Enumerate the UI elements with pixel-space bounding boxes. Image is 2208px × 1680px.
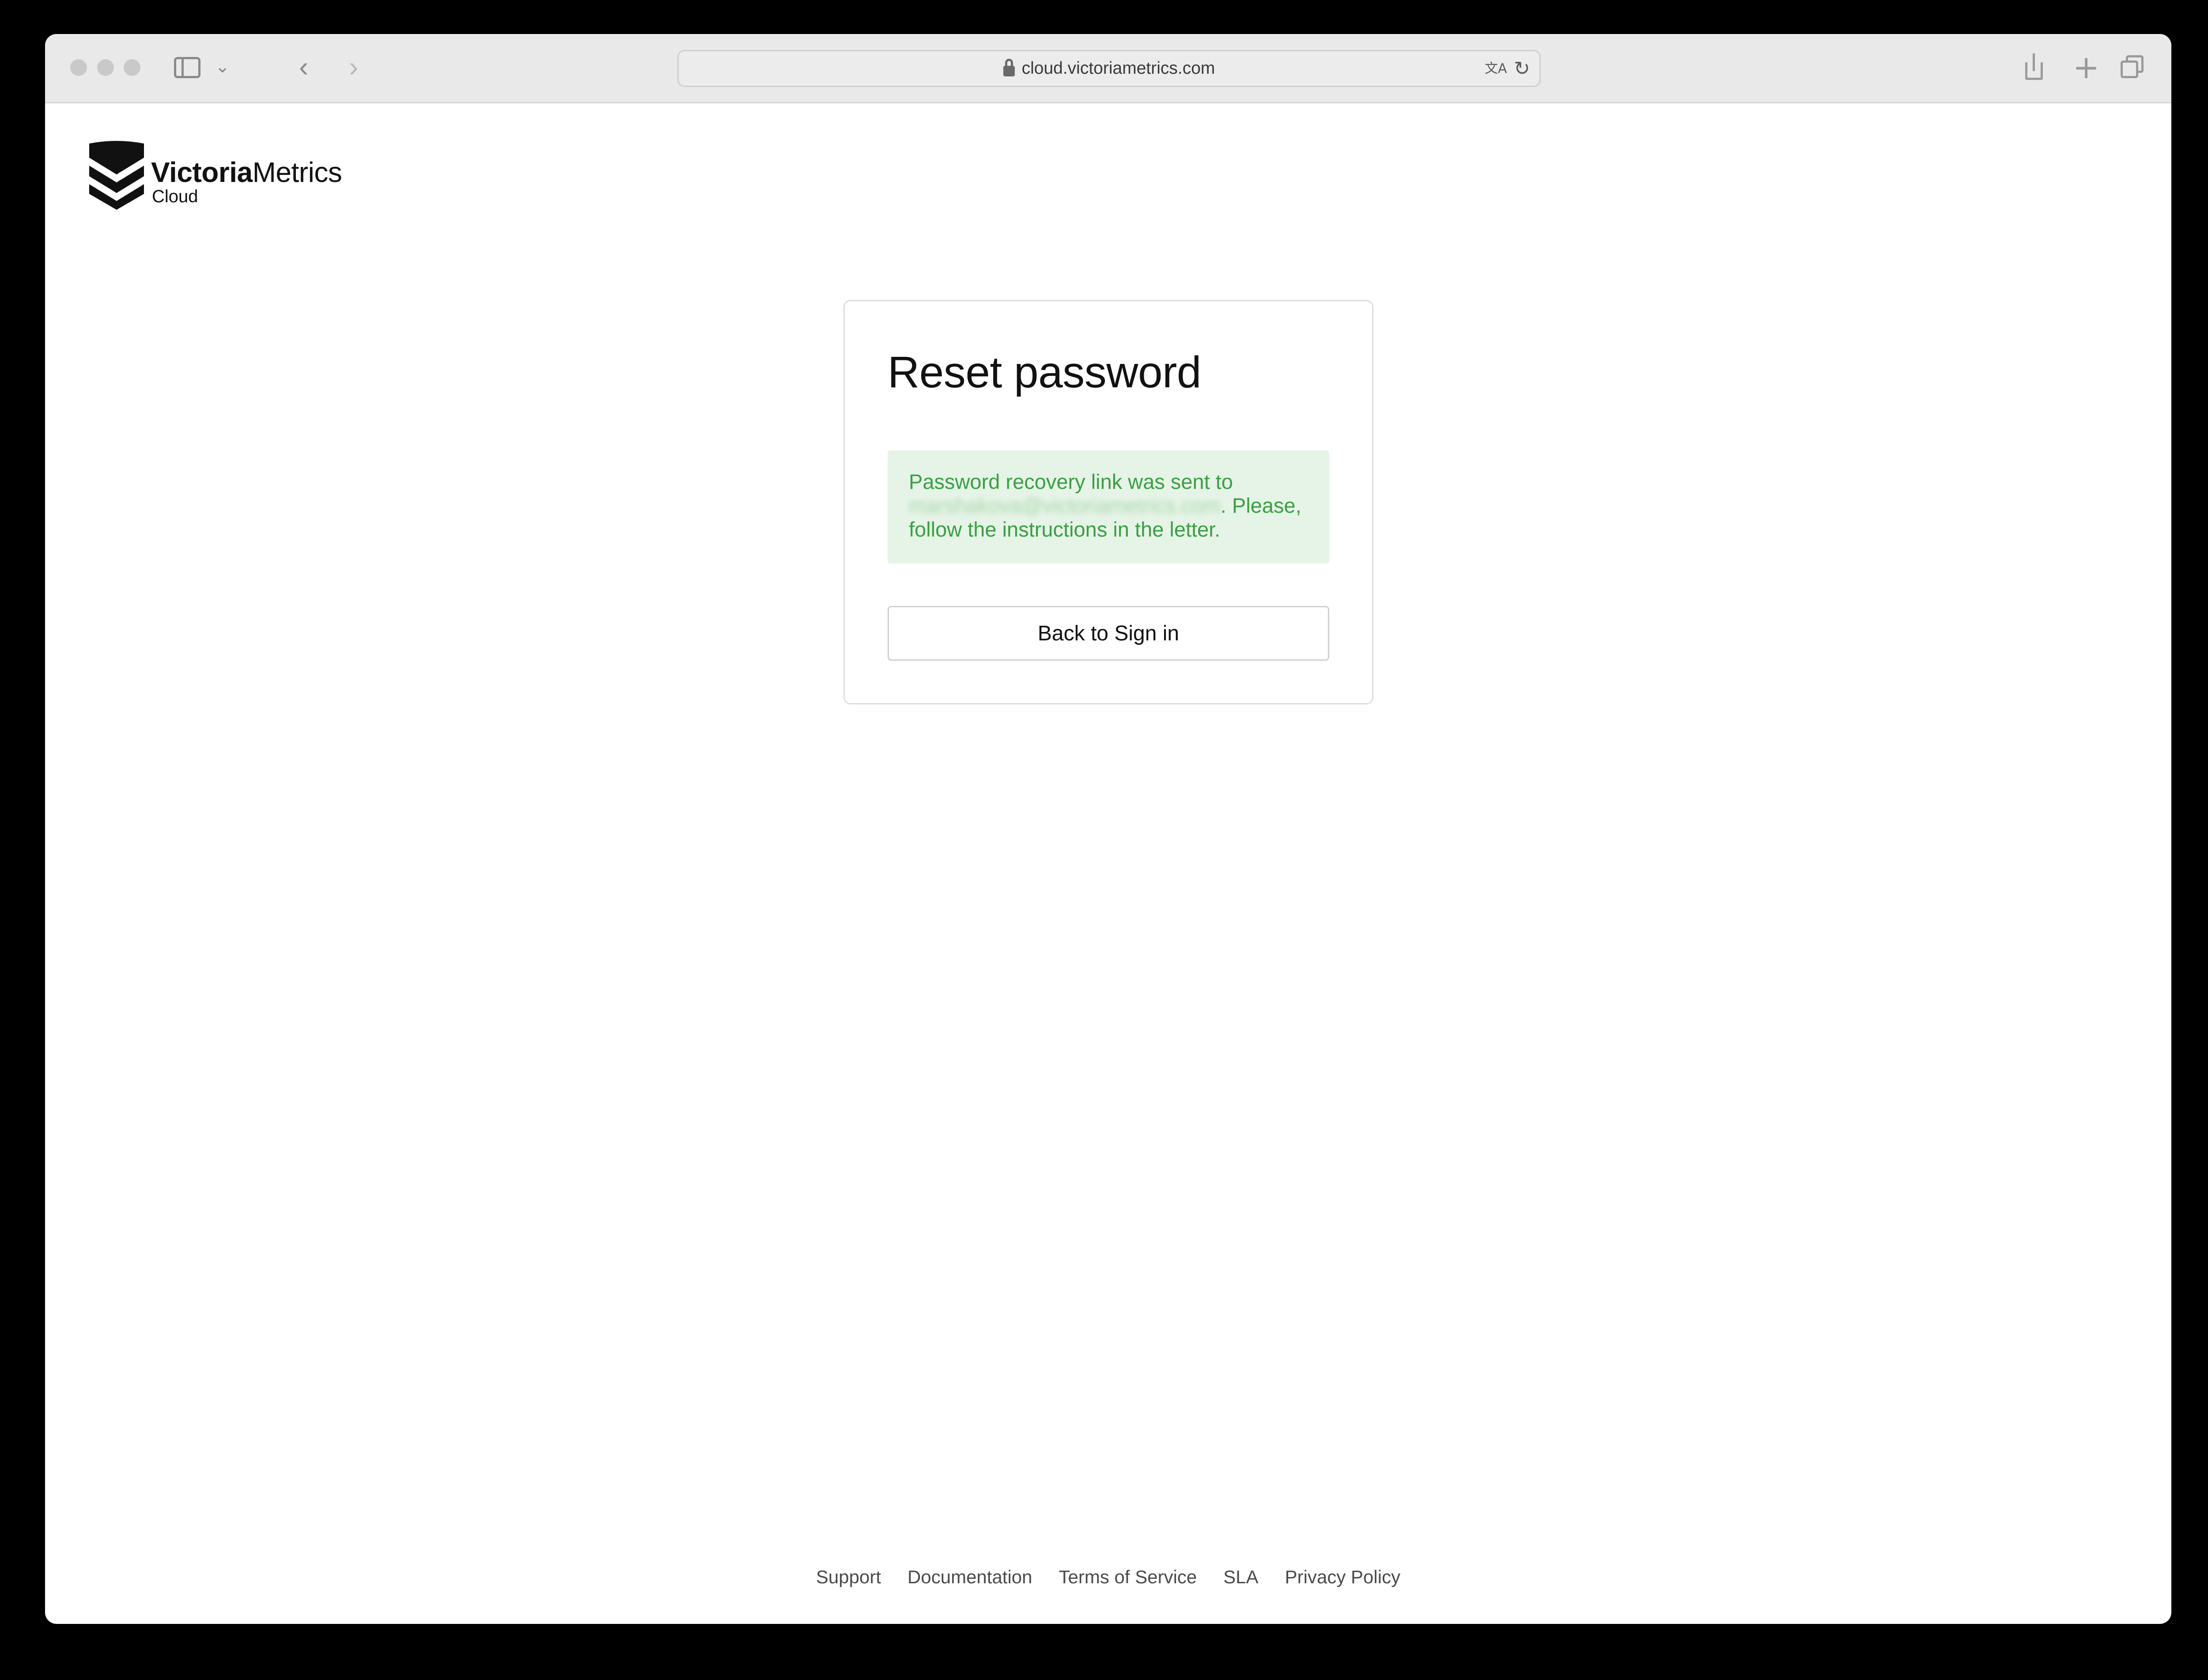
success-alert: Password recovery link was sent to marsh… (888, 450, 1329, 564)
victoriametrics-logo[interactable]: VictoriaMetrics Cloud (86, 140, 359, 211)
url-text: cloud.victoriametrics.com (1021, 59, 1215, 78)
page-title: Reset password (888, 348, 1202, 397)
address-bar[interactable]: cloud.victoriametrics.com 文A ↻ (677, 50, 1541, 87)
footer-links: Support Documentation Terms of Service S… (45, 1566, 2171, 1588)
plus-icon[interactable]: + (2073, 47, 2099, 87)
chevron-down-icon[interactable]: ⌄ (215, 56, 230, 77)
footer-link-sla[interactable]: SLA (1223, 1566, 1258, 1588)
translate-icon[interactable]: 文A (1485, 59, 1509, 79)
footer-link-terms[interactable]: Terms of Service (1059, 1566, 1197, 1588)
back-arrow-icon[interactable]: ‹ (299, 53, 308, 81)
browser-window: ⌄ ‹ › cloud.victoriametrics.com 文A ↻ + V… (45, 34, 2171, 1624)
tabs-overview-icon[interactable] (2121, 55, 2145, 80)
sidebar-icon[interactable] (174, 57, 200, 78)
reset-password-card: Reset password Password recovery link wa… (843, 300, 1373, 704)
zoom-window-button[interactable] (124, 59, 140, 76)
minimize-window-button[interactable] (97, 59, 114, 76)
lock-icon (1003, 59, 1015, 76)
close-window-button[interactable] (70, 59, 87, 76)
footer-link-documentation[interactable]: Documentation (907, 1566, 1032, 1588)
share-icon[interactable] (2023, 52, 2049, 83)
back-to-sign-in-button[interactable]: Back to Sign in (888, 606, 1329, 661)
alert-email: marshakova@victoriametrics.com (909, 494, 1221, 517)
alert-text-prefix: Password recovery link was sent to (909, 470, 1233, 493)
forward-arrow-icon[interactable]: › (349, 53, 358, 81)
browser-toolbar: ⌄ ‹ › cloud.victoriametrics.com 文A ↻ + (45, 34, 2171, 103)
reload-icon[interactable]: ↻ (1514, 58, 1533, 79)
shield-logo-icon (89, 141, 144, 210)
footer-link-privacy[interactable]: Privacy Policy (1285, 1566, 1400, 1588)
footer-link-support[interactable]: Support (816, 1566, 881, 1588)
logo-subtitle: Cloud (152, 187, 198, 206)
logo-wordmark: VictoriaMetrics (151, 156, 342, 188)
